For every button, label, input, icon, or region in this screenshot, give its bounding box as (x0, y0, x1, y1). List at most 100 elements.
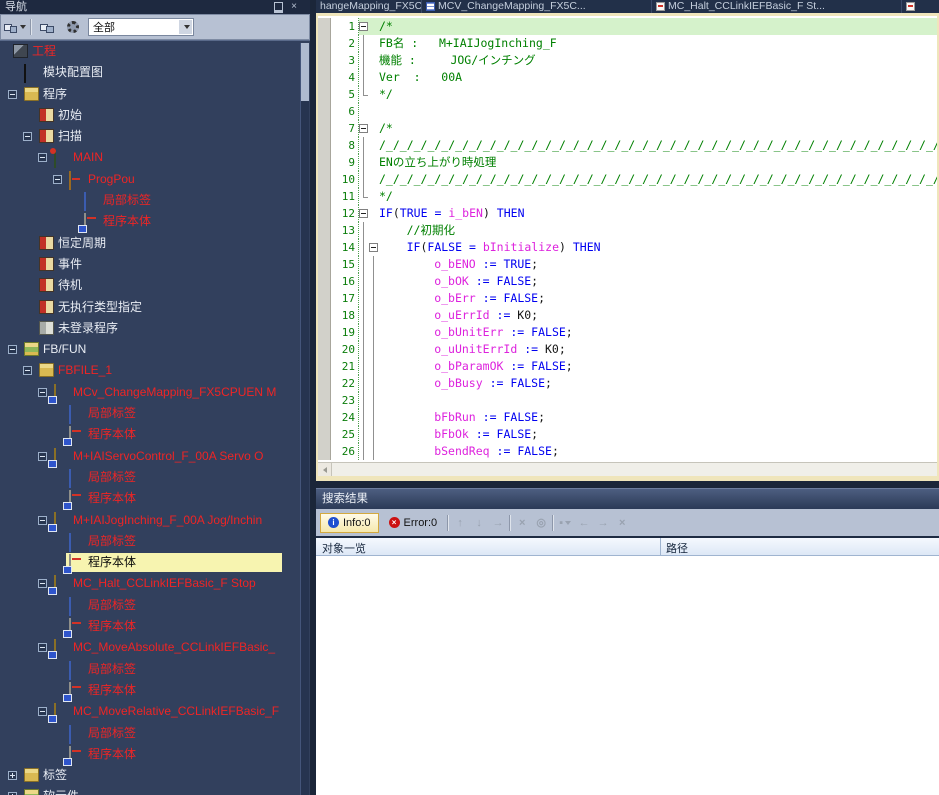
code-line-content[interactable]: o_uErrId := K0; (359, 307, 937, 324)
code-line-content[interactable]: o_bENO := TRUE; (359, 256, 937, 273)
fold-column[interactable] (359, 205, 369, 222)
breakpoint-gutter[interactable] (318, 273, 331, 290)
collapse-minus-icon[interactable] (38, 707, 47, 716)
column-path[interactable]: 路径 (666, 540, 688, 556)
code-line-content[interactable]: /_/_/_/_/_/_/_/_/_/_/_/_/_/_/_/_/_/_/_/_… (359, 137, 937, 154)
code-line-content[interactable]: */ (359, 86, 937, 103)
collapse-minus-icon[interactable] (38, 516, 47, 525)
code-line-content[interactable]: /_/_/_/_/_/_/_/_/_/_/_/_/_/_/_/_/_/_/_/_… (359, 171, 937, 188)
tree-item[interactable]: 局部标签 (0, 531, 310, 552)
breakpoint-gutter[interactable] (318, 392, 331, 409)
breakpoint-gutter[interactable] (318, 188, 331, 205)
code-line-content[interactable]: /* (359, 120, 937, 137)
tree-item[interactable]: M+IAIServoControl_F_00A Servo O (0, 446, 310, 467)
breakpoint-gutter[interactable] (318, 307, 331, 324)
tree-item[interactable]: 软元件 (0, 786, 310, 795)
document-tab-4[interactable] (902, 0, 939, 13)
code-line-content[interactable]: o_bBusy := FALSE; (359, 375, 937, 392)
breakpoint-gutter[interactable] (318, 375, 331, 392)
document-tab-2[interactable]: MCV_ChangeMapping_FX5C... (422, 0, 652, 13)
tree-item[interactable]: 模块配置图 (0, 62, 310, 83)
breakpoint-gutter[interactable] (318, 205, 331, 222)
code-line-content[interactable]: //初期化 (359, 222, 937, 239)
collapse-minus-icon[interactable] (38, 388, 47, 397)
collapse-minus-icon[interactable] (23, 366, 32, 375)
breakpoint-gutter[interactable] (318, 290, 331, 307)
error-filter-button[interactable]: × Error:0 (382, 513, 445, 533)
breakpoint-gutter[interactable] (318, 409, 331, 426)
search-results-body[interactable] (316, 556, 939, 795)
breakpoint-gutter[interactable] (318, 69, 331, 86)
tree-item[interactable]: 恒定周期 (0, 233, 310, 254)
code-line-content[interactable]: ENの立ち上がり時処理 (359, 154, 937, 171)
tree-item[interactable]: FB/FUN (0, 339, 310, 360)
code-line-content[interactable]: bFbRun := FALSE; (359, 409, 937, 426)
column-divider[interactable] (660, 538, 661, 555)
breakpoint-gutter[interactable] (318, 120, 331, 137)
code-line-content[interactable]: 機能 : JOG/インチング (359, 52, 937, 69)
tree-filter-select[interactable]: 全部 (88, 18, 194, 36)
breakpoint-gutter[interactable] (318, 35, 331, 52)
breakpoint-gutter[interactable] (318, 443, 331, 460)
code-line-content[interactable]: FB名 : M+IAIJogInching_F (359, 35, 937, 52)
code-line-content[interactable]: IF(FALSE = bInitialize) THEN (359, 239, 937, 256)
move-back-icon[interactable]: ← (576, 515, 592, 531)
breakpoint-gutter[interactable] (318, 426, 331, 443)
breakpoint-gutter[interactable] (318, 239, 331, 256)
collapse-minus-icon[interactable] (53, 175, 62, 184)
tree-item[interactable]: 未登录程序 (0, 318, 310, 339)
tree-item[interactable]: MC_MoveAbsolute_CCLinkIEFBasic_ (0, 637, 310, 658)
tree-item[interactable]: 程序本体 (0, 552, 310, 573)
collapse-minus-icon[interactable] (8, 345, 17, 354)
breakpoint-gutter[interactable] (318, 18, 331, 35)
code-line-content[interactable]: o_bOK := FALSE; (359, 273, 937, 290)
jump-first-icon[interactable]: ↑ (452, 515, 468, 531)
code-line-content[interactable]: o_bParamOK := FALSE; (359, 358, 937, 375)
breakpoint-gutter[interactable] (318, 52, 331, 69)
tree-item[interactable]: MCv_ChangeMapping_FX5CPUEN M (0, 382, 310, 403)
tree-item[interactable]: 局部标签 (0, 723, 310, 744)
tree-item[interactable]: M+IAIJogInching_F_00A Jog/Inchin (0, 510, 310, 531)
breakpoint-gutter[interactable] (318, 137, 331, 154)
tree-item[interactable]: 局部标签 (0, 403, 310, 424)
column-object-list[interactable]: 对象一览 (322, 540, 366, 556)
display-target-icon[interactable]: ▪ (557, 515, 573, 531)
info-filter-button[interactable]: i Info:0 (320, 513, 379, 533)
fold-column[interactable] (369, 239, 379, 256)
document-tab-3[interactable]: MC_Halt_CCLinkIEFBasic_F St... (652, 0, 902, 13)
collapse-minus-icon[interactable] (38, 579, 47, 588)
tree-item[interactable]: MC_Halt_CCLinkIEFBasic_F Stop (0, 573, 310, 594)
tree-item[interactable]: 程序本体 (0, 680, 310, 701)
breakpoint-gutter[interactable] (318, 171, 331, 188)
code-line-content[interactable] (359, 392, 937, 409)
tree-item[interactable]: 无执行类型指定 (0, 297, 310, 318)
tree-item[interactable]: 工程 (0, 41, 310, 62)
breakpoint-gutter[interactable] (318, 154, 331, 171)
fold-collapse-icon[interactable] (369, 243, 378, 252)
breakpoint-gutter[interactable] (318, 324, 331, 341)
document-tab-1[interactable]: hangeMapping_FX5C... (316, 0, 422, 13)
code-line-content[interactable]: Ver : 00A (359, 69, 937, 86)
fold-collapse-icon[interactable] (359, 124, 368, 133)
scroll-left-button[interactable] (318, 463, 332, 476)
tree-scrollbar-thumb[interactable] (301, 43, 309, 101)
code-line-content[interactable]: bSendReq := FALSE; (359, 443, 937, 460)
tree-item[interactable]: 程序本体 (0, 616, 310, 637)
code-area[interactable]: 1/*2FB名 : M+IAIJogInching_F3機能 : JOG/インチ… (318, 16, 937, 462)
breakpoint-gutter[interactable] (318, 358, 331, 375)
code-line-content[interactable]: /* (359, 18, 937, 35)
tree-item[interactable]: 标签 (0, 765, 310, 786)
tree-item[interactable]: 程序本体 (0, 211, 310, 232)
tree-item[interactable]: 局部标签 (0, 467, 310, 488)
jump-previous-icon[interactable]: ↓ (471, 515, 487, 531)
code-line-content[interactable] (359, 103, 937, 120)
code-line-content[interactable]: o_bUnitErr := FALSE; (359, 324, 937, 341)
tree-item[interactable]: 程序 (0, 84, 310, 105)
fold-collapse-icon[interactable] (359, 22, 368, 31)
tree-item[interactable]: 初始 (0, 105, 310, 126)
tree-item[interactable]: ProgPou (0, 169, 310, 190)
delete-search-results-icon[interactable]: × (514, 515, 530, 531)
breakpoint-gutter[interactable] (318, 256, 331, 273)
code-line-content[interactable]: o_uUnitErrId := K0; (359, 341, 937, 358)
breakpoint-gutter[interactable] (318, 341, 331, 358)
